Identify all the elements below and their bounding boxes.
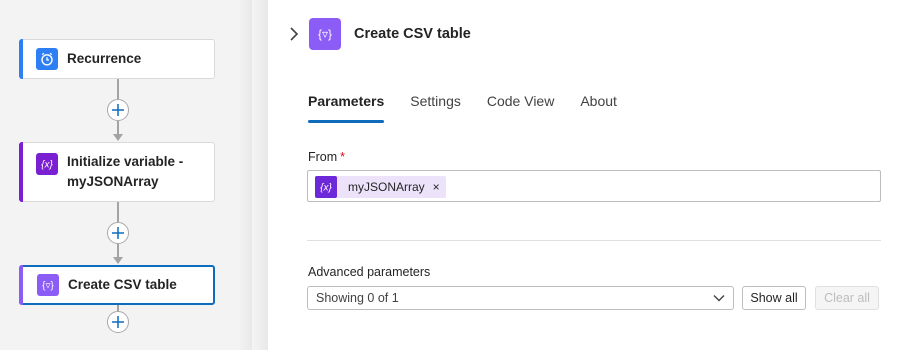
plus-icon (112, 104, 124, 116)
connector-line (117, 121, 119, 134)
connector-line (117, 202, 119, 222)
tab-about[interactable]: About (580, 90, 617, 124)
from-label-text: From (308, 150, 338, 164)
dynamic-content-token[interactable]: {x} myJSONArray × (315, 176, 446, 198)
tab-parameters[interactable]: Parameters (308, 90, 385, 124)
variable-icon: {x} (315, 176, 337, 198)
chevron-down-icon (713, 295, 725, 302)
divider (307, 240, 881, 241)
advanced-parameters-label: Advanced parameters (308, 265, 431, 279)
details-panel: {▿} Create CSV table Parameters Settings… (276, 0, 900, 350)
dropdown-value: Showing 0 of 1 (316, 291, 399, 305)
data-operation-icon: {▿} (309, 18, 341, 50)
node-accent-bar (19, 39, 23, 79)
variable-icon: {x} (36, 153, 58, 175)
advanced-parameters-dropdown[interactable]: Showing 0 of 1 (307, 286, 734, 310)
connector-line (117, 244, 119, 257)
workflow-canvas: Recurrence {x} Initialize variable - myJ… (0, 0, 252, 350)
node-accent-bar (19, 265, 23, 305)
connector-line (117, 79, 119, 99)
tab-code-view[interactable]: Code View (487, 90, 554, 124)
node-title: Recurrence (67, 51, 142, 66)
svg-text:{▿}: {▿} (42, 281, 54, 292)
clear-all-button: Clear all (815, 286, 879, 310)
from-label: From * (308, 150, 345, 164)
plus-icon (112, 227, 124, 239)
node-title: Initialize variable - myJSONArray (67, 154, 184, 189)
required-marker: * (340, 150, 346, 164)
add-step-button[interactable] (107, 99, 129, 121)
clock-icon (36, 48, 58, 70)
from-input[interactable]: {x} myJSONArray × (307, 170, 881, 202)
panel-title: Create CSV table (354, 26, 471, 42)
svg-text:{▿}: {▿} (318, 27, 332, 41)
token-label: myJSONArray (348, 180, 425, 194)
panel-shadow (238, 0, 268, 350)
add-step-button[interactable] (107, 222, 129, 244)
panel-header: {▿} Create CSV table (276, 0, 900, 70)
svg-text:{x}: {x} (320, 183, 332, 194)
initialize-variable-node[interactable]: {x} Initialize variable - myJSONArray (19, 142, 215, 202)
node-title: Create CSV table (68, 277, 177, 292)
data-operation-icon: {▿} (37, 274, 59, 296)
plus-icon (112, 316, 124, 328)
create-csv-table-node[interactable]: {▿} Create CSV table (19, 265, 215, 305)
tab-settings[interactable]: Settings (410, 90, 461, 124)
svg-text:{x}: {x} (41, 160, 53, 171)
add-step-button[interactable] (107, 311, 129, 333)
show-all-button[interactable]: Show all (742, 286, 806, 310)
connector-arrow-icon (113, 134, 123, 141)
remove-token-icon[interactable]: × (433, 180, 440, 194)
node-accent-bar (19, 142, 23, 202)
chevron-right-icon[interactable] (287, 26, 301, 42)
recurrence-node[interactable]: Recurrence (19, 39, 215, 79)
connector-arrow-icon (113, 257, 123, 264)
tab-bar: Parameters Settings Code View About (308, 90, 643, 124)
